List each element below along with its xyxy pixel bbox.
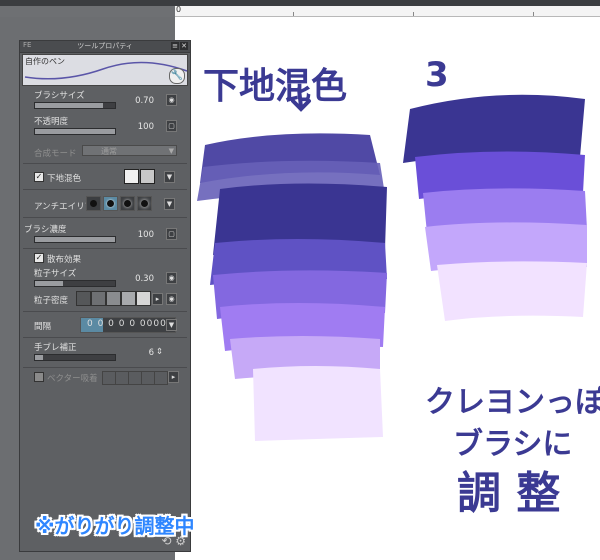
divider [23, 248, 187, 249]
scatter-checkbox[interactable]: ✓ [34, 253, 44, 263]
particle-size-slider[interactable] [34, 280, 116, 287]
interval-label: 間隔 [34, 322, 52, 332]
opacity-pressure-icon[interactable]: ▢ [166, 120, 177, 132]
note-number-3: 3 [425, 55, 449, 95]
interval-row: 間隔 0 0 0 0 0 0000 ▼ [20, 317, 190, 333]
vector-option[interactable] [115, 371, 129, 385]
drawing-canvas[interactable]: 下地混色 3 クレヨンっぽ ブラシに 調 整 [175, 17, 600, 560]
blend-mode-label: 合成モード [34, 149, 77, 159]
underlay-mix-label: 下地混色 [47, 174, 82, 184]
blend-mode-row: 合成モード 通常 ▼ [20, 145, 190, 159]
antialias-none-option[interactable] [86, 196, 101, 211]
panel-title-bar[interactable]: FE ツールプロパティ ≡ ✕ [20, 41, 190, 53]
particle-size-pressure-icon[interactable]: ◉ [166, 272, 177, 284]
interval-dropdown-icon[interactable]: ▼ [166, 319, 177, 331]
stabilization-row: 手ブレ補正 6 ⇕ [20, 341, 190, 363]
antialias-row: アンチエイリアス ▼ [20, 196, 190, 212]
opacity-label: 不透明度 [34, 117, 69, 127]
particle-density-label: 粒子密度 [34, 296, 69, 306]
brush-density-row: ブラシ濃度 100 ▢ [20, 223, 190, 245]
stabilization-stepper-icon[interactable]: ⇕ [156, 347, 163, 357]
antialias-weak-option[interactable] [103, 196, 118, 211]
density-swatch[interactable] [136, 291, 151, 306]
vector-snap-label: ベクター吸着 [47, 374, 98, 384]
opacity-value: 100 [137, 122, 154, 132]
brush-density-value: 100 [137, 230, 154, 240]
brush-density-slider[interactable] [34, 236, 116, 243]
mix-mode-2-icon[interactable] [140, 169, 155, 184]
divider [23, 337, 187, 338]
underlay-mix-checkbox[interactable]: ✓ [34, 172, 44, 182]
panel-close-icon[interactable]: ✕ [180, 42, 188, 50]
ruler-tick [533, 12, 534, 16]
left-crayon-strokes [197, 133, 387, 441]
brush-size-pressure-icon[interactable]: ◉ [166, 94, 177, 106]
brush-size-slider[interactable] [34, 102, 116, 109]
panel-menu-icon[interactable]: ≡ [171, 42, 179, 50]
divider [23, 163, 187, 164]
divider [23, 311, 187, 312]
panel-title: ツールプロパティ [77, 42, 133, 50]
scatter-row: ✓ 散布効果 [20, 251, 190, 265]
particle-density-pressure-icon[interactable]: ◉ [166, 293, 177, 305]
stabilization-slider[interactable] [34, 354, 116, 361]
vector-snap-checkbox[interactable] [34, 372, 44, 382]
brush-name: 自作のペン [25, 57, 65, 66]
opacity-row: 不透明度 100 ▢ [20, 115, 190, 137]
note-underlay-mix: 下地混色 [203, 66, 348, 107]
interval-options-text: 0 0 0 0 0 0000 [87, 319, 167, 329]
note-crayon-like: クレヨンっぽ [425, 385, 600, 420]
tool-property-panel: FE ツールプロパティ ≡ ✕ 自作のペン 🔧 ブラシサイズ 0.70 ◉ 不透… [19, 40, 191, 552]
density-swatch[interactable] [76, 291, 91, 306]
blend-mode-dropdown[interactable]: 通常 ▼ [82, 145, 177, 156]
particle-density-row: 粒子密度 ▸ ◉ [20, 291, 190, 307]
scatter-label: 散布効果 [47, 255, 82, 265]
mix-mode-1-icon[interactable] [124, 169, 139, 184]
vector-option[interactable] [102, 371, 116, 385]
mix-dropdown-icon[interactable]: ▼ [164, 171, 175, 183]
antialias-strong-option[interactable] [137, 196, 152, 211]
brush-preview: 自作のペン 🔧 [22, 54, 188, 86]
ruler-tick [293, 12, 294, 16]
density-swatch[interactable] [106, 291, 121, 306]
divider [23, 217, 187, 218]
ruler-tick [413, 12, 414, 16]
divider [23, 367, 187, 368]
vector-option[interactable] [141, 371, 155, 385]
note-adjust: 調 整 [457, 468, 561, 519]
divider [23, 189, 187, 190]
particle-size-label: 粒子サイズ [34, 269, 77, 279]
status-overlay-text: ※がりがり調整中 [35, 514, 195, 538]
underlay-mix-row: ✓ 下地混色 ▼ [20, 169, 190, 185]
interval-selector[interactable]: 0 0 0 0 0 0000 [80, 317, 176, 333]
chevron-down-icon: ▼ [168, 147, 174, 155]
right-crayon-strokes [403, 94, 587, 321]
brush-size-row: ブラシサイズ 0.70 ◉ [20, 89, 190, 111]
vector-option[interactable] [128, 371, 142, 385]
antialias-medium-option[interactable] [120, 196, 135, 211]
vector-option[interactable] [154, 371, 168, 385]
density-more-icon[interactable]: ▸ [152, 293, 163, 305]
ruler: 0 [175, 5, 600, 17]
opacity-slider[interactable] [34, 128, 116, 135]
brush-size-label: ブラシサイズ [34, 91, 85, 101]
ruler-origin-label: 0 [176, 5, 182, 14]
density-swatch[interactable] [91, 291, 106, 306]
antialias-dropdown-icon[interactable]: ▼ [164, 198, 175, 210]
stabilization-value: 6 [148, 348, 154, 358]
vector-snap-row: ベクター吸着 ▸ [20, 371, 190, 385]
particle-size-value: 0.30 [135, 274, 154, 284]
stabilization-label: 手ブレ補正 [34, 343, 77, 353]
brush-size-value: 0.70 [135, 96, 154, 106]
tool-settings-icon[interactable]: 🔧 [169, 68, 185, 84]
brush-density-label: ブラシ濃度 [24, 225, 67, 235]
density-swatch[interactable] [121, 291, 136, 306]
vector-more-icon[interactable]: ▸ [168, 371, 179, 383]
brush-density-pressure-icon[interactable]: ▢ [166, 228, 177, 240]
blend-mode-value: 通常 [101, 147, 117, 156]
particle-size-row: 粒子サイズ 0.30 ◉ [20, 267, 190, 289]
